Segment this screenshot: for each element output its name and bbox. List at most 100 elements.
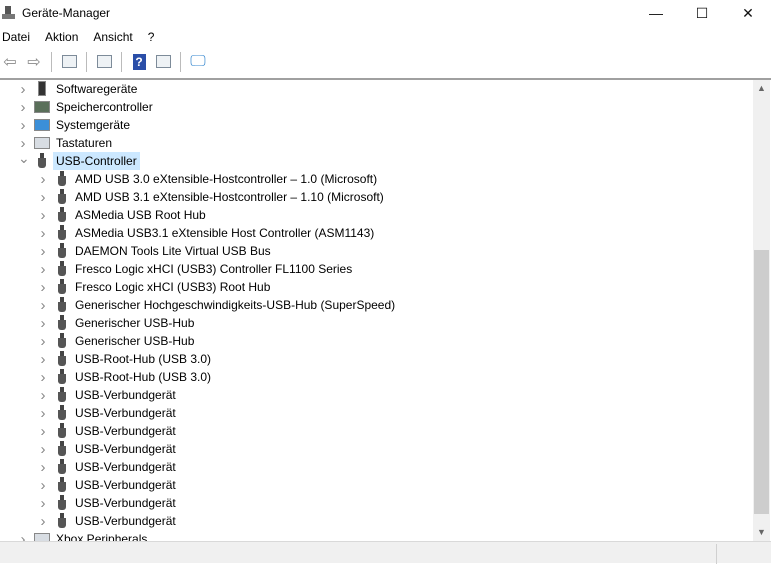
usb-icon (54, 171, 70, 187)
chevron-right-icon[interactable]: › (38, 459, 48, 476)
scroll-down-icon[interactable]: ▼ (753, 524, 770, 541)
tree-category[interactable]: › Systemgeräte (0, 116, 753, 134)
tree-category-usb-controller[interactable]: ⌄ USB-Controller (0, 150, 753, 170)
tree-item-usb-device[interactable]: › USB-Verbundgerät (0, 440, 753, 458)
chevron-right-icon[interactable]: › (38, 441, 48, 458)
chevron-right-icon[interactable]: › (38, 189, 48, 206)
chevron-right-icon[interactable]: › (18, 81, 28, 98)
chevron-right-icon[interactable]: › (38, 387, 48, 404)
chevron-right-icon[interactable]: › (18, 99, 28, 116)
menu-ansicht[interactable]: Ansicht (91, 28, 139, 46)
tree-item-usb-device[interactable]: › USB-Verbundgerät (0, 512, 753, 530)
back-button[interactable]: ⇦ (0, 52, 20, 72)
action-pane-button[interactable] (153, 52, 173, 72)
tree-item-usb-device[interactable]: › USB-Verbundgerät (0, 386, 753, 404)
usb-icon (54, 261, 70, 277)
chevron-right-icon[interactable]: › (38, 315, 48, 332)
usb-icon (54, 477, 70, 493)
show-hide-console-tree-button[interactable] (59, 52, 79, 72)
tree-item-usb-device[interactable]: › USB-Verbundgerät (0, 476, 753, 494)
chevron-right-icon[interactable]: › (38, 171, 48, 188)
chevron-right-icon[interactable]: › (38, 297, 48, 314)
monitor-scan-icon: 🖵 (190, 52, 206, 70)
chevron-right-icon[interactable]: › (38, 333, 48, 350)
minimize-button[interactable]: — (633, 0, 679, 26)
chevron-right-icon[interactable]: › (38, 225, 48, 242)
usb-icon (54, 333, 70, 349)
toolbar: ⇦ ⇨ ? 🖵 (0, 49, 771, 74)
tree-item-usb-device[interactable]: › Generischer USB-Hub (0, 314, 753, 332)
chevron-right-icon[interactable]: › (38, 423, 48, 440)
tree-item-usb-device[interactable]: › ASMedia USB Root Hub (0, 206, 753, 224)
chevron-down-icon[interactable]: ⌄ (18, 150, 30, 167)
keyboard-icon (34, 137, 50, 149)
tree-item-usb-device[interactable]: › Fresco Logic xHCI (USB3) Root Hub (0, 278, 753, 296)
usb-icon (54, 405, 70, 421)
properties-icon (96, 55, 112, 68)
close-button[interactable]: ✕ (725, 0, 771, 26)
system-device-icon (34, 119, 50, 131)
tree-item-usb-device[interactable]: › Generischer Hochgeschwindigkeits-USB-Hu… (0, 296, 753, 314)
menu-help[interactable]: ? (146, 28, 162, 46)
scroll-thumb[interactable] (754, 250, 769, 514)
chevron-right-icon[interactable]: › (38, 261, 48, 278)
toolbar-separator (51, 51, 52, 72)
tree-category[interactable]: › Softwaregeräte (0, 80, 753, 98)
maximize-button[interactable]: ☐ (679, 0, 725, 26)
tree-item-usb-device[interactable]: › AMD USB 3.0 eXtensible-Hostcontroller –… (0, 170, 753, 188)
tree-category[interactable]: › Speichercontroller (0, 98, 753, 116)
tree-item-usb-device[interactable]: › AMD USB 3.1 eXtensible-Hostcontroller –… (0, 188, 753, 206)
usb-icon (54, 243, 70, 259)
tree-item-usb-device[interactable]: › USB-Root-Hub (USB 3.0) (0, 368, 753, 386)
tree-item-label: Fresco Logic xHCI (USB3) Controller FL11… (75, 262, 353, 276)
usb-icon (54, 351, 70, 367)
chevron-right-icon[interactable]: › (38, 405, 48, 422)
tree-item-label: AMD USB 3.1 eXtensible-Hostcontroller – … (75, 190, 384, 204)
chevron-right-icon[interactable]: › (38, 477, 48, 494)
chevron-right-icon[interactable]: › (38, 207, 48, 224)
vertical-scrollbar[interactable]: ▲ ▼ (753, 80, 770, 541)
usb-icon (54, 315, 70, 331)
tree-item-usb-device[interactable]: › USB-Verbundgerät (0, 494, 753, 512)
chevron-right-icon[interactable]: › (38, 279, 48, 296)
tree-item-usb-device[interactable]: › USB-Verbundgerät (0, 422, 753, 440)
tree-item-usb-device[interactable]: › USB-Root-Hub (USB 3.0) (0, 350, 753, 368)
tree-item-usb-device[interactable]: › USB-Verbundgerät (0, 404, 753, 422)
tree-item-usb-device[interactable]: › Fresco Logic xHCI (USB3) Controller FL1… (0, 260, 753, 278)
tree-item-label: ASMedia USB3.1 eXtensible Host Controlle… (75, 226, 375, 240)
software-device-icon (38, 81, 46, 96)
forward-button[interactable]: ⇨ (24, 52, 44, 72)
tree-category[interactable]: › Xbox Peripherals (0, 530, 753, 541)
properties-button[interactable] (94, 52, 114, 72)
chevron-right-icon[interactable]: › (38, 369, 48, 386)
tree-item-usb-device[interactable]: › DAEMON Tools Lite Virtual USB Bus (0, 242, 753, 260)
tree-item-label: Generischer USB-Hub (75, 316, 195, 330)
scan-hardware-button[interactable]: 🖵 (188, 52, 208, 72)
tree-item-label: Softwaregeräte (56, 82, 138, 96)
tree-item-usb-device[interactable]: › ASMedia USB3.1 eXtensible Host Controll… (0, 224, 753, 242)
tree-item-label: USB-Verbundgerät (75, 514, 176, 528)
chevron-right-icon[interactable]: › (18, 117, 28, 134)
menu-aktion[interactable]: Aktion (43, 28, 85, 46)
status-divider (716, 544, 717, 564)
tree-category[interactable]: › Tastaturen (0, 134, 753, 152)
menu-datei[interactable]: Datei (0, 28, 37, 46)
tree-item-label: USB-Controller (53, 152, 140, 170)
scroll-up-icon[interactable]: ▲ (753, 80, 770, 97)
usb-icon (54, 279, 70, 295)
tree-item-usb-device[interactable]: › USB-Verbundgerät (0, 458, 753, 476)
tree-item-label: Generischer Hochgeschwindigkeits-USB-Hub… (75, 298, 396, 312)
tree-item-label: USB-Root-Hub (USB 3.0) (75, 370, 212, 384)
chevron-right-icon[interactable]: › (18, 135, 28, 152)
tree-item-label: USB-Verbundgerät (75, 460, 176, 474)
chevron-right-icon[interactable]: › (38, 351, 48, 368)
tree-item-label: USB-Verbundgerät (75, 424, 176, 438)
tree-item-usb-device[interactable]: › Generischer USB-Hub (0, 332, 753, 350)
tree-item-label: Systemgeräte (56, 118, 131, 132)
help-button[interactable]: ? (129, 52, 149, 72)
chevron-right-icon[interactable]: › (38, 513, 48, 530)
chevron-right-icon[interactable]: › (38, 495, 48, 512)
chevron-right-icon[interactable]: › (38, 243, 48, 260)
usb-icon (54, 189, 70, 205)
chevron-right-icon[interactable]: › (18, 531, 28, 542)
